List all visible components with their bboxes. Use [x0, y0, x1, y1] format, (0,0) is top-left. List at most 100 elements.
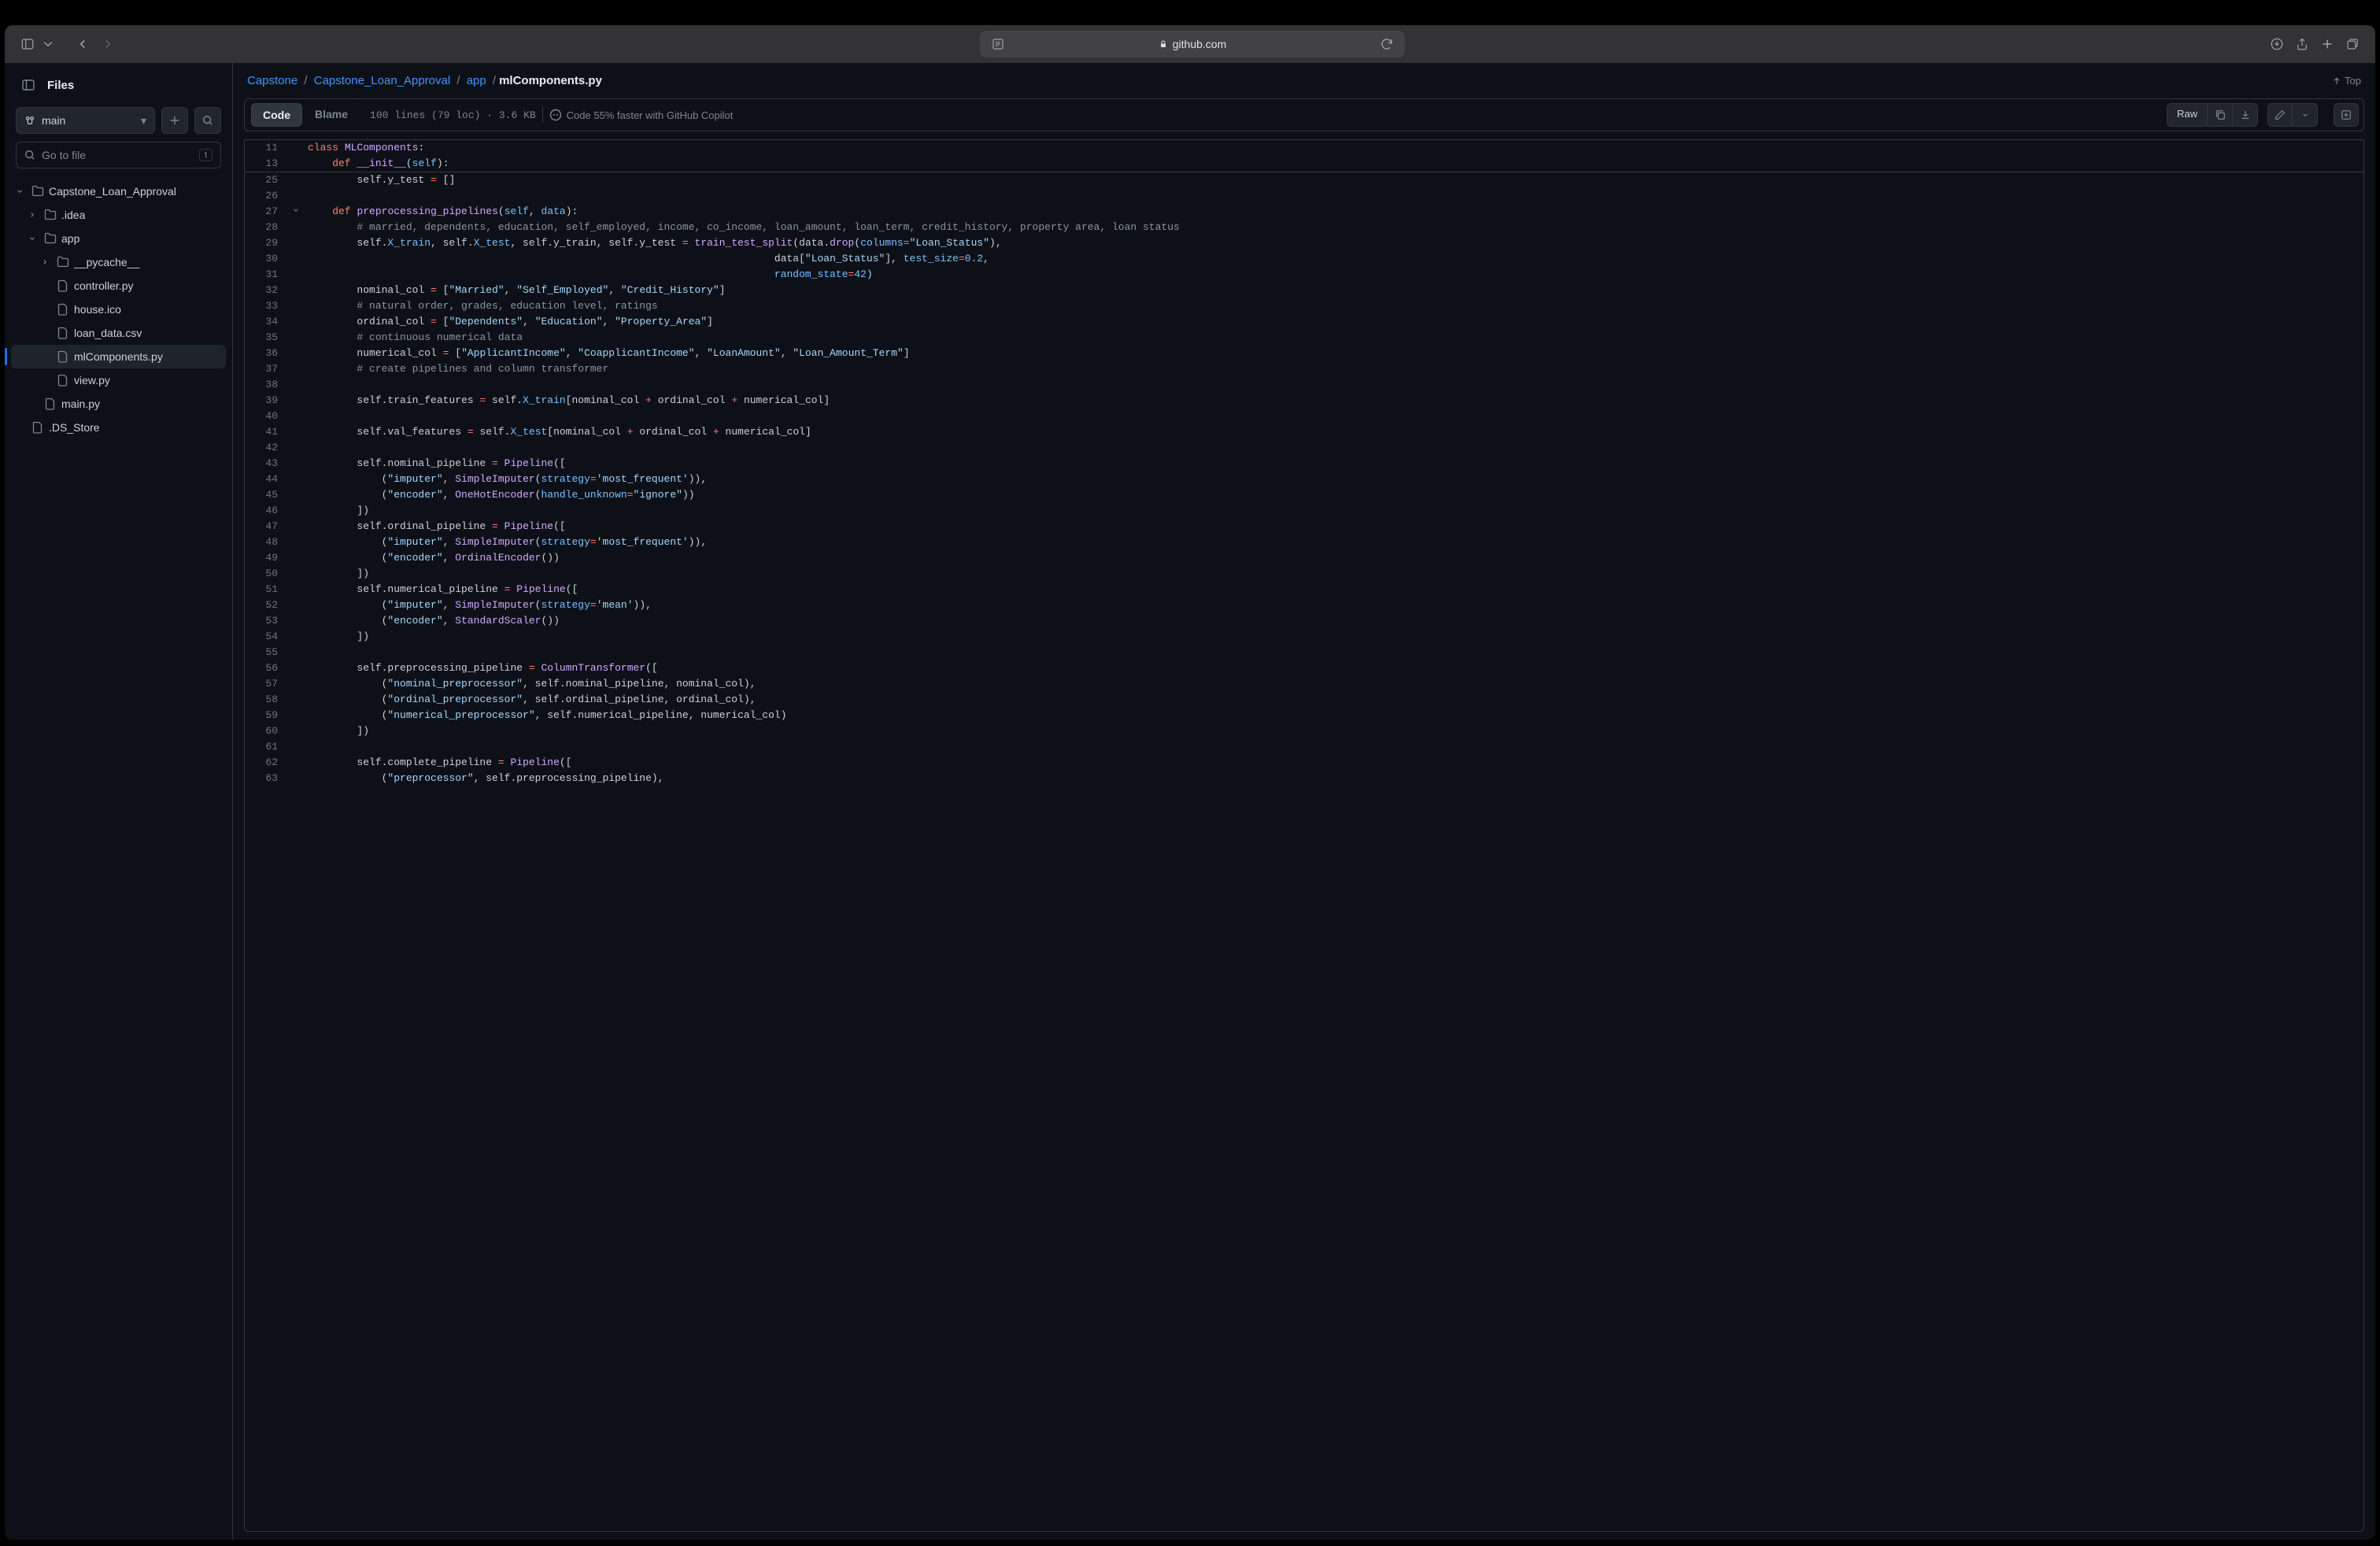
fold-gutter [292, 409, 308, 424]
collapse-sidebar-icon[interactable] [17, 74, 39, 96]
fold-gutter [292, 487, 308, 503]
reader-mode-icon[interactable] [986, 32, 1010, 56]
code-line [308, 377, 1196, 393]
line-number[interactable]: 40 [245, 409, 292, 424]
line-number[interactable]: 57 [245, 676, 292, 692]
reload-icon[interactable] [1375, 32, 1399, 56]
line-number[interactable]: 56 [245, 660, 292, 676]
line-number[interactable]: 35 [245, 330, 292, 346]
line-number[interactable]: 60 [245, 723, 292, 739]
line-number[interactable]: 52 [245, 597, 292, 613]
tree-folder[interactable]: Capstone_Loan_Approval [11, 179, 226, 203]
fold-gutter[interactable] [292, 204, 308, 220]
line-number[interactable]: 46 [245, 503, 292, 519]
line-number[interactable]: 37 [245, 361, 292, 377]
tree-file[interactable]: mlComponents.py [11, 345, 226, 368]
line-number[interactable]: 47 [245, 519, 292, 534]
url-bar[interactable]: github.com [980, 31, 1405, 57]
search-button[interactable] [194, 107, 221, 134]
tree-file[interactable]: house.ico [11, 298, 226, 321]
tab-blame[interactable]: Blame [304, 103, 359, 127]
tree-item-label: controller.py [74, 279, 133, 292]
line-number[interactable]: 29 [245, 235, 292, 251]
line-number[interactable]: 27 [245, 204, 292, 220]
symbols-icon[interactable] [2334, 103, 2359, 127]
code-line: # married, dependents, education, self_e… [308, 220, 1196, 235]
tree-folder[interactable]: __pycache__ [11, 250, 226, 274]
edit-icon[interactable] [2267, 103, 2293, 127]
code-viewer[interactable]: 25 self.y_test = []2627 def preprocessin… [244, 172, 2364, 1532]
tree-file[interactable]: .DS_Store [11, 416, 226, 439]
tabs-overview-icon[interactable] [2341, 32, 2364, 56]
line-number[interactable]: 31 [245, 267, 292, 283]
tree-folder[interactable]: .idea [11, 203, 226, 227]
sidebar-toggle-icon[interactable] [16, 32, 39, 56]
tab-code[interactable]: Code [251, 103, 302, 127]
tree-file[interactable]: view.py [11, 368, 226, 392]
fold-gutter [292, 723, 308, 739]
breadcrumb-link[interactable]: Capstone [247, 74, 298, 87]
tree-file[interactable]: loan_data.csv [11, 321, 226, 345]
line-number[interactable]: 34 [245, 314, 292, 330]
line-number[interactable]: 54 [245, 629, 292, 645]
fold-gutter [292, 283, 308, 298]
tree-item-label: app [61, 232, 79, 245]
breadcrumb-link[interactable]: Capstone_Loan_Approval [314, 74, 450, 87]
tree-folder[interactable]: app [11, 227, 226, 250]
line-number[interactable]: 39 [245, 393, 292, 409]
share-icon[interactable] [2290, 32, 2314, 56]
downloads-icon[interactable] [2265, 32, 2289, 56]
download-icon[interactable] [2233, 103, 2258, 127]
line-number[interactable]: 48 [245, 534, 292, 550]
copy-icon[interactable] [2208, 103, 2233, 127]
code-line: ]) [308, 503, 1196, 519]
fold-gutter [292, 314, 308, 330]
fold-gutter [292, 172, 308, 188]
line-number[interactable]: 26 [245, 188, 292, 204]
chevron-icon [16, 187, 27, 195]
copilot-hint[interactable]: Code 55% faster with GitHub Copilot [549, 109, 734, 121]
code-line: # create pipelines and column transforme… [308, 361, 1196, 377]
tree-item-label: loan_data.csv [74, 327, 142, 339]
branch-selector[interactable]: main ▾ [16, 107, 155, 134]
line-number[interactable]: 44 [245, 472, 292, 487]
line-number[interactable]: 55 [245, 645, 292, 660]
line-number[interactable]: 25 [245, 172, 292, 188]
line-number[interactable]: 13 [245, 156, 292, 172]
add-file-button[interactable] [161, 107, 188, 134]
line-number[interactable]: 38 [245, 377, 292, 393]
line-number[interactable]: 49 [245, 550, 292, 566]
view-tabs: Code Blame [249, 102, 360, 128]
line-number[interactable]: 43 [245, 456, 292, 472]
breadcrumb-link[interactable]: app [467, 74, 486, 87]
line-number[interactable]: 62 [245, 755, 292, 771]
line-number[interactable]: 41 [245, 424, 292, 440]
line-number[interactable]: 32 [245, 283, 292, 298]
file-search-input[interactable]: Go to file t [16, 142, 221, 168]
chevron-down-icon[interactable] [41, 32, 55, 56]
line-number[interactable]: 53 [245, 613, 292, 629]
tree-file[interactable]: controller.py [11, 274, 226, 298]
tree-file[interactable]: main.py [11, 392, 226, 416]
line-number[interactable]: 50 [245, 566, 292, 582]
line-number[interactable]: 51 [245, 582, 292, 597]
back-icon[interactable] [71, 32, 94, 56]
line-number[interactable]: 30 [245, 251, 292, 267]
line-number[interactable]: 45 [245, 487, 292, 503]
new-tab-icon[interactable] [2315, 32, 2339, 56]
fold-gutter [292, 692, 308, 708]
line-number[interactable]: 11 [245, 140, 292, 156]
line-number[interactable]: 59 [245, 708, 292, 723]
scroll-to-top-link[interactable]: Top [2332, 75, 2361, 87]
line-number[interactable]: 58 [245, 692, 292, 708]
chevron-icon [28, 235, 39, 242]
line-number[interactable]: 28 [245, 220, 292, 235]
line-number[interactable]: 33 [245, 298, 292, 314]
code-line: ("imputer", SimpleImputer(strategy='most… [308, 534, 1196, 550]
line-number[interactable]: 61 [245, 739, 292, 755]
line-number[interactable]: 63 [245, 771, 292, 786]
raw-button[interactable]: Raw [2167, 103, 2208, 127]
line-number[interactable]: 42 [245, 440, 292, 456]
line-number[interactable]: 36 [245, 346, 292, 361]
edit-dropdown-icon[interactable] [2293, 103, 2318, 127]
